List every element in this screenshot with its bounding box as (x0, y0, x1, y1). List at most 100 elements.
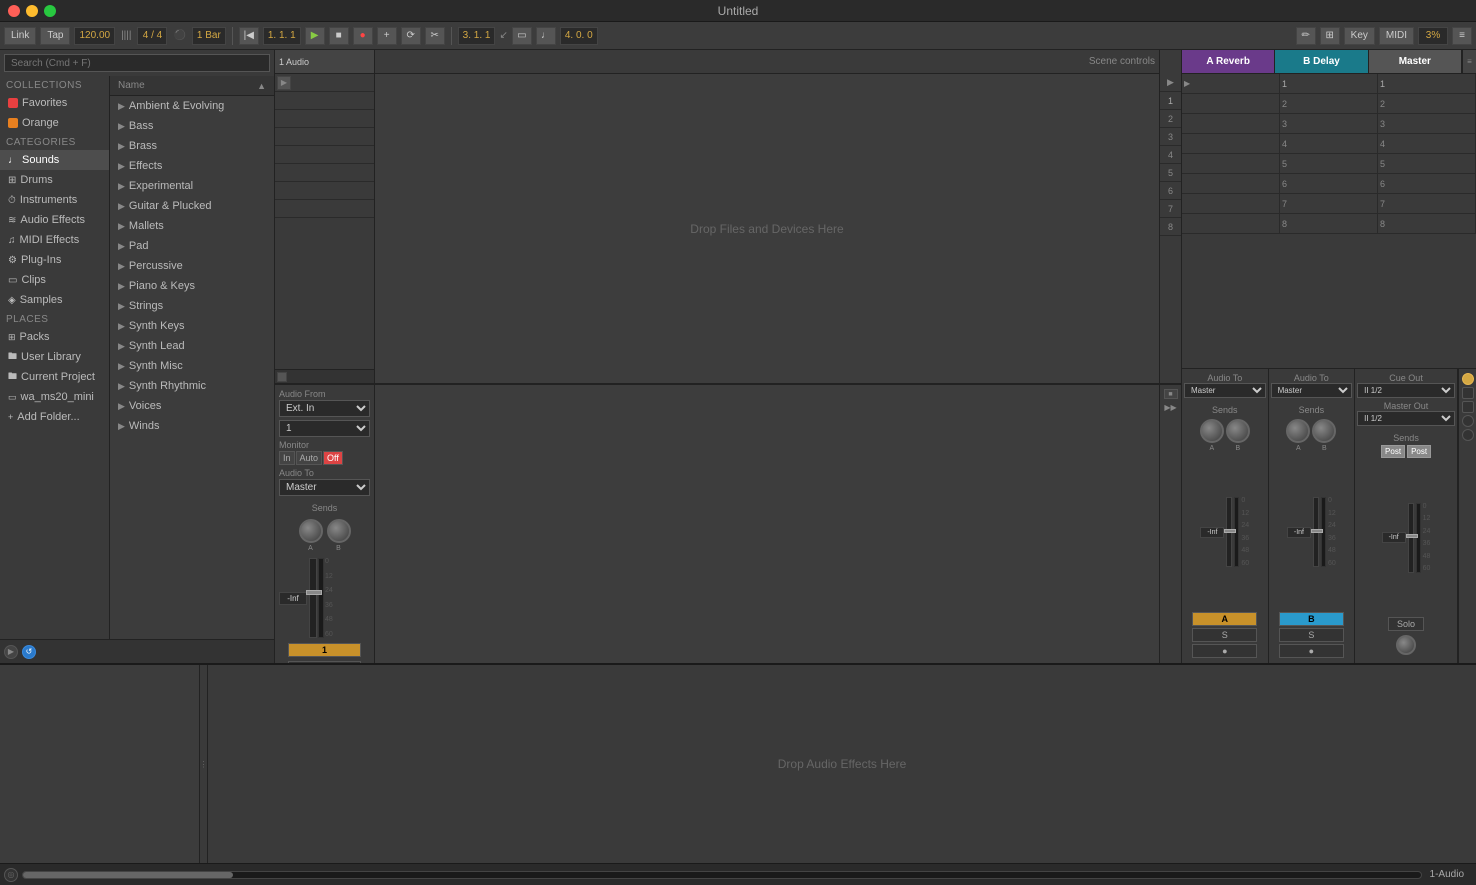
clip-slot-6[interactable] (275, 164, 374, 182)
channel-select[interactable]: 1 (279, 420, 370, 437)
scroll-thumb[interactable] (23, 872, 233, 878)
link-button[interactable]: Link (4, 27, 36, 45)
expand-button[interactable]: ≡ (1452, 27, 1472, 45)
clip-slot-5[interactable] (275, 146, 374, 164)
reverb-mute-button[interactable]: ● (1192, 644, 1257, 658)
browser-item-bass[interactable]: ▶ Bass (110, 116, 274, 136)
metronome-toggle[interactable]: ♩ (536, 27, 556, 45)
browser-item-synth-keys[interactable]: ▶ Synth Keys (110, 316, 274, 336)
search-input[interactable] (4, 54, 270, 72)
sidebar-item-instruments[interactable]: ⏱ Instruments (0, 190, 109, 210)
clip-slot-2[interactable] (275, 92, 374, 110)
browser-item-effects[interactable]: ▶ Effects (110, 156, 274, 176)
clip-slot-4[interactable] (275, 128, 374, 146)
panel-resize-handle[interactable]: ⋮ (200, 665, 208, 863)
time-sig-display[interactable]: 4 / 4 (137, 27, 167, 45)
stop-clip-button[interactable] (277, 372, 287, 382)
browser-item-pad[interactable]: ▶ Pad (110, 236, 274, 256)
cue-knob[interactable] (1396, 635, 1416, 655)
grid-button[interactable]: ⊞ (1320, 27, 1340, 45)
places-item-add-folder[interactable]: + Add Folder... (0, 407, 109, 427)
mixer-expand-button[interactable]: ≡ (1462, 50, 1476, 73)
master-fader[interactable] (1408, 503, 1414, 573)
del-send-a-knob[interactable] (1286, 419, 1310, 443)
browser-item-guitar[interactable]: ▶ Guitar & Plucked (110, 196, 274, 216)
rev-send-a-knob[interactable] (1200, 419, 1224, 443)
places-item-packs[interactable]: ⊞ Packs (0, 327, 109, 347)
side-btn-4[interactable] (1462, 429, 1474, 441)
rev-send-b-knob[interactable] (1226, 419, 1250, 443)
master-out-select[interactable]: II 1/2 (1357, 411, 1455, 426)
browser-item-experimental[interactable]: ▶ Experimental (110, 176, 274, 196)
browser-item-synth-rhythmic[interactable]: ▶ Synth Rhythmic (110, 376, 274, 396)
loop-region[interactable]: ▭ (512, 27, 532, 45)
monitor-auto-button[interactable]: Auto (296, 451, 323, 465)
del-fader-handle[interactable] (1311, 529, 1323, 533)
del-audio-to-select[interactable]: Master (1271, 383, 1353, 398)
metronome-icon[interactable]: ⚫ (171, 30, 187, 41)
places-item-user-library[interactable]: 🖿 User Library (0, 347, 109, 367)
pos3-display[interactable]: 4. 0. 0 (560, 27, 598, 45)
bar-display[interactable]: 1 Bar (192, 27, 226, 45)
clip-slot-3[interactable] (275, 110, 374, 128)
side-btn-3[interactable] (1462, 415, 1474, 427)
master-fader-handle[interactable] (1406, 534, 1418, 538)
sidebar-item-plug-ins[interactable]: ⚙ Plug-Ins (0, 250, 109, 270)
minimize-button[interactable] (26, 5, 38, 17)
pos1-display[interactable]: 1. 1. 1 (263, 27, 301, 45)
browser-item-mallets[interactable]: ▶ Mallets (110, 216, 274, 236)
sidebar-item-clips[interactable]: ▭ Clips (0, 270, 109, 290)
sidebar-item-sounds[interactable]: ♩ Sounds (0, 150, 109, 170)
play-button[interactable]: ▶ (305, 27, 325, 45)
effects-chain-area[interactable]: Drop Audio Effects Here (208, 665, 1476, 863)
sidebar-item-favorites[interactable]: Favorites (0, 93, 109, 113)
preview-button[interactable]: ▶ (4, 645, 18, 659)
master-solo-button[interactable]: Solo (1388, 617, 1424, 631)
places-item-ms20[interactable]: ▭ wa_ms20_mini (0, 387, 109, 407)
pos2-display[interactable]: 3. 1. 1 (458, 27, 496, 45)
volume-fader[interactable] (309, 558, 317, 638)
send-b-knob[interactable] (327, 519, 351, 543)
sidebar-item-orange[interactable]: Orange (0, 113, 109, 133)
status-icon[interactable]: ◎ (4, 868, 18, 882)
close-button[interactable] (8, 5, 20, 17)
draw-button[interactable]: ✏ (1296, 27, 1316, 45)
sort-icon[interactable]: ▲ (257, 81, 266, 91)
browser-item-voices[interactable]: ▶ Voices (110, 396, 274, 416)
del-fader[interactable] (1313, 497, 1319, 567)
browser-item-synth-misc[interactable]: ▶ Synth Misc (110, 356, 274, 376)
browser-item-ambient[interactable]: ▶ Ambient & Evolving (110, 96, 274, 116)
add-button[interactable]: + (377, 27, 397, 45)
clip-slot-7[interactable] (275, 182, 374, 200)
delay-s-button[interactable]: S (1279, 628, 1344, 642)
track-number-button[interactable]: 1 (288, 643, 361, 657)
cue-out-select[interactable]: II 1/2 (1357, 383, 1455, 398)
sidebar-item-samples[interactable]: ◈ Samples (0, 290, 109, 310)
drop-zone[interactable]: Drop Files and Devices Here (375, 74, 1159, 383)
browser-item-brass[interactable]: ▶ Brass (110, 136, 274, 156)
autoplay-button[interactable]: ↺ (22, 645, 36, 659)
rev-fader[interactable] (1226, 497, 1232, 567)
send-a-knob[interactable] (299, 519, 323, 543)
audio-from-select[interactable]: Ext. In (279, 400, 370, 417)
reverb-a-button[interactable]: A (1192, 612, 1257, 626)
scene-stop-button[interactable]: ■ (1164, 389, 1178, 399)
delay-b-button[interactable]: B (1279, 612, 1344, 626)
key-button[interactable]: Key (1344, 27, 1375, 45)
window-controls[interactable] (8, 5, 56, 17)
sidebar-item-drums[interactable]: ⊞ Drums (0, 170, 109, 190)
browser-item-piano[interactable]: ▶ Piano & Keys (110, 276, 274, 296)
side-btn-2[interactable] (1462, 401, 1474, 413)
rev-fader-handle[interactable] (1224, 529, 1236, 533)
go-start-button[interactable]: |◀ (239, 27, 259, 45)
maximize-button[interactable] (44, 5, 56, 17)
rev-audio-to-select[interactable]: Master (1184, 383, 1266, 398)
tap-button[interactable]: Tap (40, 27, 70, 45)
browser-item-strings[interactable]: ▶ Strings (110, 296, 274, 316)
side-btn-1[interactable] (1462, 387, 1474, 399)
loop-button[interactable]: ⟳ (401, 27, 421, 45)
post-a-button[interactable]: Post (1381, 445, 1405, 458)
del-send-b-knob[interactable] (1312, 419, 1336, 443)
browser-item-synth-lead[interactable]: ▶ Synth Lead (110, 336, 274, 356)
post-b-button[interactable]: Post (1407, 445, 1431, 458)
